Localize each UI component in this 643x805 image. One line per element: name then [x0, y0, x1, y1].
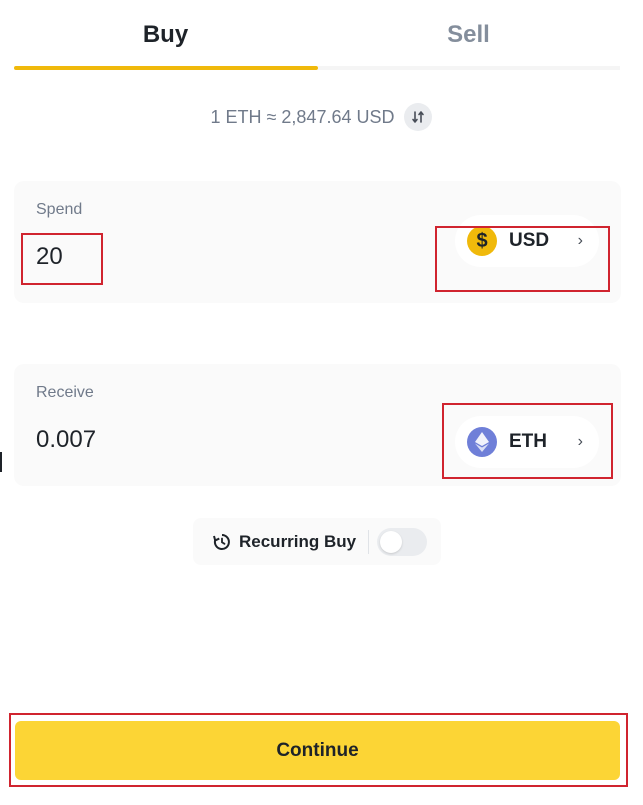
tab-sell[interactable]: Sell [317, 0, 620, 70]
active-tab-indicator [14, 66, 318, 70]
buy-sell-tabs: Buy Sell [14, 0, 620, 72]
swap-rate-button[interactable] [404, 103, 433, 131]
exchange-rate-row: 1 ETH ≈ 2,847.64 USD [0, 100, 643, 134]
annotation-box-receive-asset [442, 403, 613, 479]
tab-track [318, 66, 620, 70]
receive-amount-input[interactable] [36, 426, 276, 454]
annotation-box-spend-amount [21, 233, 103, 285]
swap-arrows-icon [412, 111, 425, 123]
text-cursor [0, 452, 2, 472]
recurring-buy-label: Recurring Buy [239, 531, 357, 551]
buy-sell-widget: Buy Sell 1 ETH ≈ 2,847.64 USD Spend $ US… [0, 0, 643, 805]
recurring-buy-control: Recurring Buy [193, 518, 441, 565]
recurring-icon [213, 533, 231, 551]
receive-label: Receive [36, 384, 94, 401]
continue-button[interactable]: Continue [15, 721, 620, 780]
tab-buy[interactable]: Buy [14, 0, 317, 70]
divider [368, 529, 370, 554]
exchange-rate-text: 1 ETH ≈ 2,847.64 USD [210, 106, 395, 127]
spend-label: Spend [36, 201, 83, 218]
recurring-buy-toggle[interactable] [377, 527, 428, 556]
annotation-box-spend-asset [435, 226, 610, 292]
toggle-knob [380, 530, 403, 553]
